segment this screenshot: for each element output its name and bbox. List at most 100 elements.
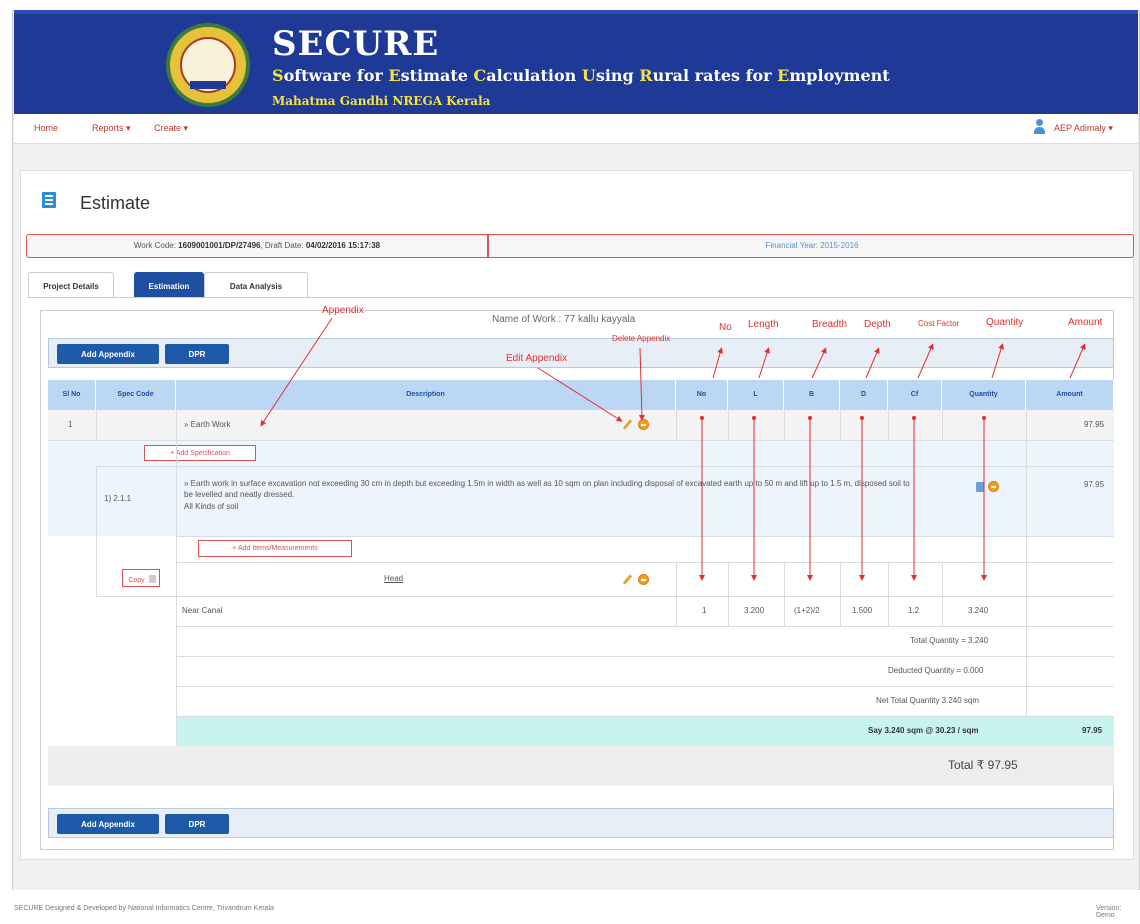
app-tagline: Mahatma Gandhi NREGA Kerala <box>272 94 491 108</box>
nav-reports-menu[interactable]: Reports ▾ <box>92 123 131 134</box>
page-title: Estimate <box>80 193 151 213</box>
spec-subtext: All Kinds of soil <box>184 502 239 511</box>
tab-project-details[interactable]: Project Details <box>28 272 114 298</box>
delete-head-icon[interactable] <box>638 574 649 585</box>
header-sl-no: Sl No <box>48 380 96 410</box>
measurement-d: 1.500 <box>852 606 873 615</box>
appendix-row: 1 » Earth Work 97.95 <box>48 410 1114 440</box>
dpr-button-bottom[interactable]: DPR <box>165 814 229 834</box>
total-quantity: Total Quantity = 3.240 <box>910 636 989 645</box>
spec-description: » Earth work in surface excavation not e… <box>184 479 910 499</box>
header-d: D <box>840 380 888 410</box>
top-navbar: Home Reports ▾ Create ▾ AEP Adimaly ▾ <box>14 114 1138 144</box>
edit-appendix-icon[interactable] <box>622 419 632 429</box>
header-amount: Amount <box>1026 380 1114 410</box>
deducted-quantity-row: Deducted Quantity = 0.000 <box>48 656 1114 686</box>
subtitle-part: E <box>388 66 401 85</box>
spec-code: 1) 2.1.1 <box>104 494 132 503</box>
header-banner: SECURE Software for Estimate Calculation… <box>14 10 1138 114</box>
header-b: B <box>784 380 840 410</box>
say-rate: Say 3.240 sqm @ 30.23 / sqm <box>868 726 979 735</box>
app-subtitle: Software for Estimate Calculation Using … <box>272 66 890 85</box>
subtitle-part: R <box>639 66 653 85</box>
subtitle-part: U <box>581 66 596 85</box>
header-spec-code: Spec Code <box>96 380 176 410</box>
delete-appendix-icon[interactable] <box>638 419 649 430</box>
grand-total: Total ₹ 97.95 <box>948 758 1018 772</box>
annotation-breadth: Breadth <box>812 319 848 330</box>
measurement-no: 1 <box>702 606 707 615</box>
appendix-amount: 97.95 <box>1084 420 1105 429</box>
header-no: No <box>676 380 728 410</box>
subtitle-part: mployment <box>789 66 890 85</box>
estimate-page-icon <box>42 192 56 208</box>
user-icon <box>1034 119 1045 135</box>
subtitle-part: alculation <box>486 66 582 85</box>
annotation-no: No <box>719 322 732 333</box>
financial-year-info: Financial Year: 2015-2016 <box>765 241 859 250</box>
copy-box[interactable]: Copy <box>122 569 160 587</box>
header-quantity: Quantity <box>942 380 1026 410</box>
measurement-b: (1+2)/2 <box>794 606 820 615</box>
measurement-cf: 1.2 <box>908 606 920 615</box>
grand-total-row: Total ₹ 97.95 <box>48 746 1114 786</box>
copy-label: Copy <box>128 577 145 584</box>
edit-head-icon[interactable] <box>622 574 632 584</box>
annotation-edit-appendix: Edit Appendix <box>506 353 568 364</box>
specification-row: 1) 2.1.1 » Earth work in surface excavat… <box>48 466 1114 536</box>
name-of-work: Name of Work : 77 kallu kayyala <box>492 314 636 325</box>
edit-spec-icon[interactable] <box>976 482 984 492</box>
dpr-button[interactable]: DPR <box>165 344 229 364</box>
measurement-row: Near Canal 1 3.200 (1+2)/2 1.500 1.2 3.2… <box>48 596 1114 626</box>
spec-amount: 97.95 <box>1084 480 1105 489</box>
annotation-quantity: Quantity <box>986 317 1024 328</box>
subtitle-part: C <box>473 66 487 85</box>
footer-credit: SECURE Designed & Developed by National … <box>14 905 274 912</box>
add-appendix-button[interactable]: Add Appendix <box>57 344 159 364</box>
work-info-bar: Work Code: 1609001001/DP/27496, Draft Da… <box>26 234 1134 258</box>
say-row: Say 3.240 sqm @ 30.23 / sqm 97.95 <box>48 716 1114 746</box>
annotation-delete-appendix: Delete Appendix <box>612 334 671 343</box>
annotation-depth: Depth <box>864 319 891 330</box>
add-items-link[interactable]: + Add Items/Measurements <box>198 540 352 557</box>
net-total-quantity: Net Total Quantity 3.240 sqm <box>876 696 980 705</box>
subtitle-part: oftware for <box>283 66 389 85</box>
nrega-logo <box>166 23 250 107</box>
subtitle-part: S <box>272 66 284 85</box>
tab-data-analysis[interactable]: Data Analysis <box>204 272 308 298</box>
header-description: Description <box>176 380 676 410</box>
deducted-quantity: Deducted Quantity = 0.000 <box>888 666 984 675</box>
delete-spec-icon[interactable] <box>988 481 999 492</box>
net-quantity-row: Net Total Quantity 3.240 sqm <box>48 686 1114 716</box>
header-l: L <box>728 380 784 410</box>
app-title: SECURE <box>272 24 440 64</box>
tab-estimation[interactable]: Estimation <box>134 272 204 298</box>
annotation-amount: Amount <box>1068 317 1103 328</box>
add-specification-link[interactable]: + Add Specification <box>144 445 256 461</box>
annotation-appendix: Appendix <box>322 305 364 316</box>
top-action-bar: Add Appendix DPR <box>48 338 1114 368</box>
nav-create-menu[interactable]: Create ▾ <box>154 123 188 134</box>
measurement-description: Near Canal <box>182 606 223 615</box>
appendix-sl-no: 1 <box>68 420 73 429</box>
subtitle-part: sing <box>595 66 640 85</box>
appendix-description: » Earth Work <box>184 420 231 429</box>
annotation-cost-factor: Cost Factor <box>918 319 960 328</box>
say-amount: 97.95 <box>1082 726 1103 735</box>
add-appendix-button-bottom[interactable]: Add Appendix <box>57 814 159 834</box>
bottom-action-bar: Add Appendix DPR <box>48 808 1114 838</box>
head-row: Copy Head <box>48 562 1114 596</box>
user-menu[interactable]: AEP Adimaly ▾ <box>1054 123 1113 134</box>
head-label: Head <box>384 574 404 583</box>
annotation-length: Length <box>748 319 779 330</box>
header-cf: Cf <box>888 380 942 410</box>
measurement-quantity: 3.240 <box>968 606 989 615</box>
estimate-table: Sl No Spec Code Description No L B D Cf … <box>48 380 1114 790</box>
work-code-info: Work Code: 1609001001/DP/27496, Draft Da… <box>27 235 489 257</box>
nav-home[interactable]: Home <box>34 123 58 133</box>
subtitle-part: stimate <box>400 66 474 85</box>
subtitle-part: E <box>777 66 790 85</box>
add-items-row: + Add Items/Measurements <box>48 536 1114 562</box>
add-spec-row: + Add Specification <box>48 440 1114 466</box>
copy-icon <box>148 575 156 583</box>
